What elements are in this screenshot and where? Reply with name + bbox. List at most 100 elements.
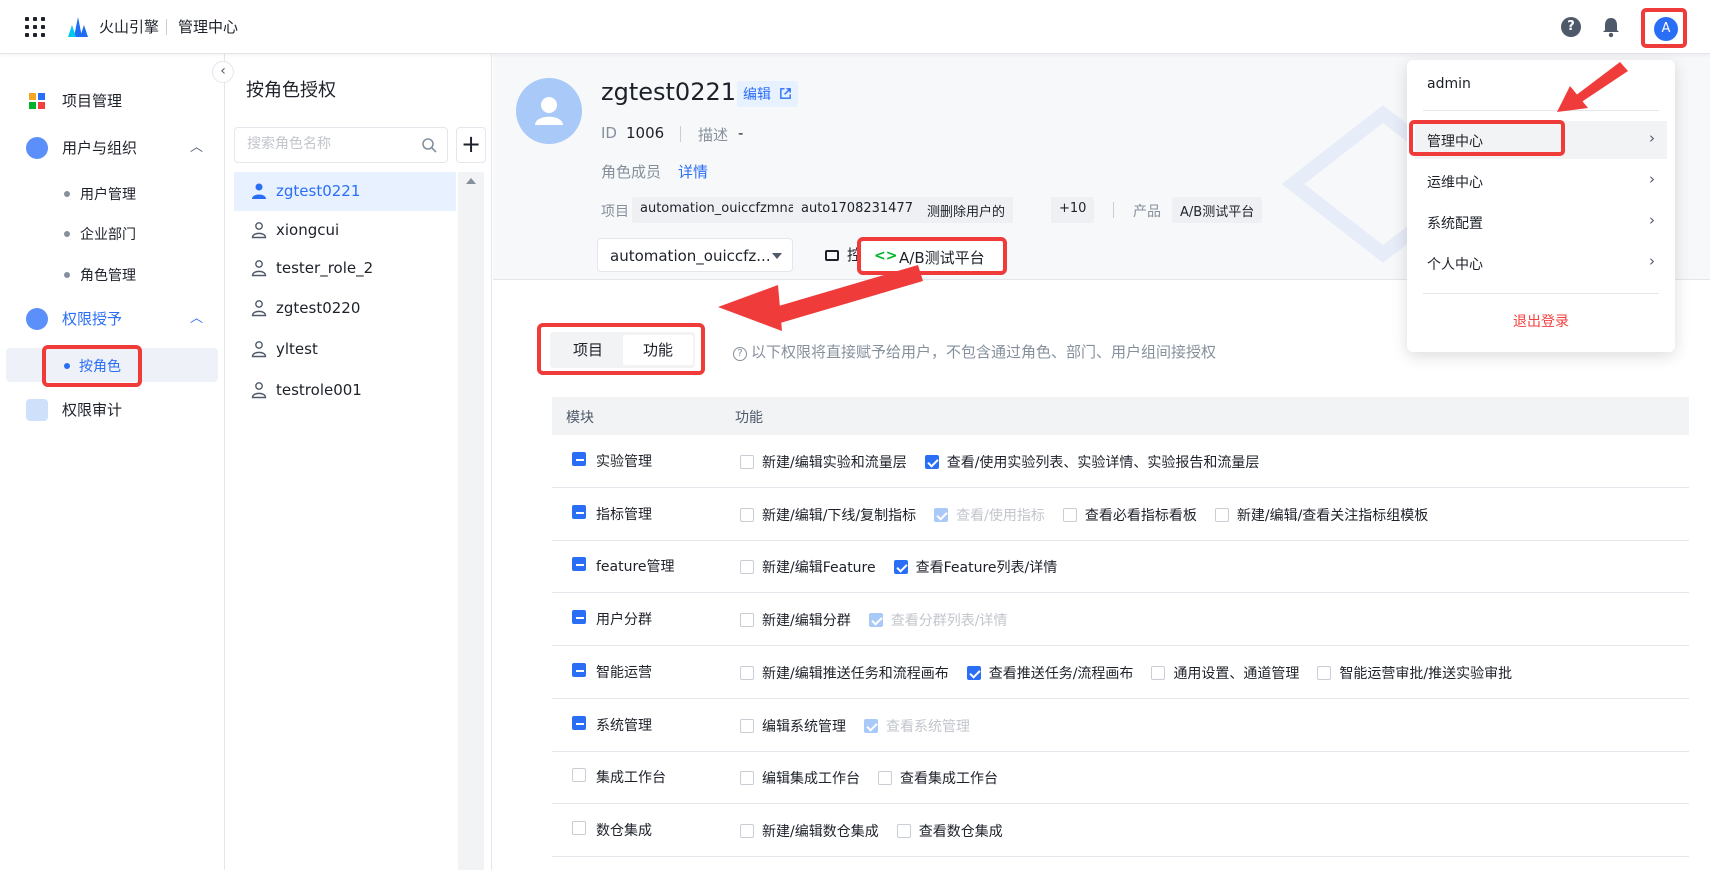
chevron-left-icon[interactable]: ‹	[212, 61, 234, 83]
checkbox[interactable]	[572, 610, 586, 625]
chevron-right-icon: ›	[1649, 211, 1655, 229]
role-item[interactable]: zgtest0220	[234, 289, 456, 328]
scrollbar[interactable]	[458, 172, 484, 870]
checkbox[interactable]	[893, 560, 908, 575]
function-checkbox[interactable]: 查看集成工作台	[878, 768, 998, 788]
app-title: 管理中心	[178, 18, 239, 36]
members-detail-link[interactable]: 详情	[678, 161, 708, 182]
chevron-up-icon[interactable]: ︿	[190, 307, 203, 326]
checkbox[interactable]	[740, 665, 754, 680]
checkbox[interactable]	[740, 613, 754, 628]
apps-grid-icon[interactable]	[25, 17, 45, 37]
role-item[interactable]: yltest	[234, 330, 456, 369]
checkbox[interactable]	[878, 771, 892, 786]
checkbox[interactable]	[1317, 665, 1332, 680]
module-checkbox[interactable]: 指标管理	[572, 504, 652, 523]
checkbox[interactable]	[572, 715, 586, 730]
function-checkbox[interactable]: 编辑集成工作台	[740, 768, 860, 788]
function-checkbox[interactable]: 编辑系统管理	[740, 716, 846, 736]
checkbox[interactable]	[1214, 507, 1229, 522]
avatar[interactable]: A	[1654, 17, 1678, 41]
edit-role-button[interactable]: 编辑	[737, 81, 799, 107]
hint-text: 以下权限将直接赋予给用户，不包含通过角色、部门、用户组间接授权	[751, 343, 1217, 361]
function-label: 编辑系统管理	[762, 718, 846, 735]
module-checkbox[interactable]: 实验管理	[572, 452, 652, 470]
function-checkbox[interactable]: 查看数仓集成	[896, 821, 1003, 841]
function-checkbox[interactable]: 新建/编辑分群	[740, 610, 851, 630]
search-input[interactable]	[247, 136, 407, 152]
chevron-up-icon[interactable]: ︿	[190, 136, 203, 155]
role-item[interactable]: tester_role_2	[234, 249, 456, 288]
toggle-project[interactable]: 项目	[553, 335, 623, 365]
help-icon[interactable]: ?	[1561, 17, 1581, 37]
checkbox[interactable]	[740, 718, 754, 733]
bell-icon[interactable]	[1601, 16, 1621, 38]
function-checkbox[interactable]: 新建/编辑数仓集成	[740, 821, 879, 841]
checkbox[interactable]	[740, 455, 754, 469]
nav-perm-audit[interactable]: 权限审计	[0, 391, 225, 427]
function-checkbox[interactable]: 新建/编辑实验和流量层	[740, 452, 907, 472]
module-checkbox[interactable]: 集成工作台	[572, 768, 666, 786]
logout-button[interactable]: 退出登录	[1407, 311, 1675, 331]
function-checkbox[interactable]: 查看/使用实验列表、实验详情、实验报告和流量层	[924, 452, 1259, 472]
checkbox[interactable]	[572, 768, 586, 783]
module-checkbox[interactable]: feature管理	[572, 557, 675, 575]
role-search[interactable]	[234, 127, 448, 163]
menu-label: 系统配置	[1427, 216, 1483, 232]
checkbox[interactable]	[740, 507, 754, 522]
function-checkbox[interactable]: 新建/编辑/查看关注指标组模板	[1214, 505, 1428, 525]
nav-user-mgmt[interactable]: 用户管理	[0, 176, 225, 210]
function-checkbox[interactable]: 智能运营审批/推送实验审批	[1317, 663, 1512, 683]
project-more-tag[interactable]: +10	[1051, 197, 1095, 223]
help-circle-icon: ?	[733, 347, 747, 361]
checkbox[interactable]	[740, 823, 754, 838]
nav-perm-grant[interactable]: 权限授予 ︿	[0, 300, 225, 336]
checkbox[interactable]	[740, 560, 754, 575]
function-checkbox[interactable]: 通用设置、通道管理	[1151, 663, 1299, 683]
module-label: 智能运营	[596, 664, 652, 681]
role-item[interactable]: testrole001	[234, 371, 456, 410]
checkbox[interactable]	[1062, 507, 1077, 522]
table-row: 系统管理 编辑系统管理 查看系统管理	[552, 699, 1689, 752]
function-checkbox[interactable]: 新建/编辑Feature	[740, 557, 876, 577]
function-checkbox[interactable]: 查看Feature列表/详情	[893, 557, 1057, 577]
nav-project-mgmt[interactable]: 项目管理	[0, 82, 225, 118]
function-checkbox[interactable]: 新建/编辑/下线/复制指标	[740, 505, 916, 525]
role-item[interactable]: xiongcui	[234, 211, 456, 250]
checkbox[interactable]	[572, 662, 586, 677]
nav-enterprise-dept[interactable]: 企业部门	[0, 216, 225, 250]
function-label: 新建/编辑/下线/复制指标	[762, 507, 917, 524]
role-item[interactable]: zgtest0221	[234, 172, 456, 211]
scope-toggle[interactable]: 项目 功能	[550, 332, 695, 368]
checkbox[interactable]	[572, 504, 586, 519]
search-icon[interactable]	[421, 137, 437, 153]
toggle-function[interactable]: 功能	[623, 335, 693, 365]
checkbox[interactable]	[1151, 665, 1166, 680]
avatar-highlight[interactable]: A	[1641, 8, 1687, 48]
checkbox[interactable]	[572, 452, 586, 466]
checkbox[interactable]	[572, 557, 586, 572]
nav-users-orgs[interactable]: 用户与组织 ︿	[0, 129, 225, 165]
menu-item-system-config[interactable]: 系统配置 ›	[1415, 203, 1667, 241]
menu-item-personal-center[interactable]: 个人中心 ›	[1415, 244, 1667, 282]
role-name: testrole001	[276, 381, 362, 399]
project-select[interactable]: automation_ouiccfz...	[597, 238, 793, 272]
nav-label: 用户管理	[80, 187, 136, 203]
module-checkbox[interactable]: 智能运营	[572, 662, 652, 681]
function-checkbox[interactable]: 查看推送任务/流程画布	[966, 663, 1133, 683]
checkbox[interactable]	[924, 455, 939, 469]
function-checkbox[interactable]: 查看必看指标看板	[1062, 505, 1197, 525]
tab-ab-test[interactable]: <> A/B测试平台	[857, 237, 1007, 275]
menu-item-ops-center[interactable]: 运维中心 ›	[1415, 162, 1667, 200]
checkbox[interactable]	[896, 823, 911, 838]
module-checkbox[interactable]: 数仓集成	[572, 820, 652, 839]
add-role-button[interactable]: +	[456, 127, 486, 163]
module-checkbox[interactable]: 系统管理	[572, 715, 652, 734]
checkbox[interactable]	[740, 771, 754, 786]
nav-role-mgmt[interactable]: 角色管理	[0, 257, 225, 291]
scroll-up-icon[interactable]	[466, 178, 476, 184]
module-checkbox[interactable]: 用户分群	[572, 610, 652, 628]
checkbox[interactable]	[966, 665, 981, 680]
function-checkbox[interactable]: 新建/编辑推送任务和流程画布	[740, 663, 949, 683]
checkbox[interactable]	[572, 820, 586, 835]
